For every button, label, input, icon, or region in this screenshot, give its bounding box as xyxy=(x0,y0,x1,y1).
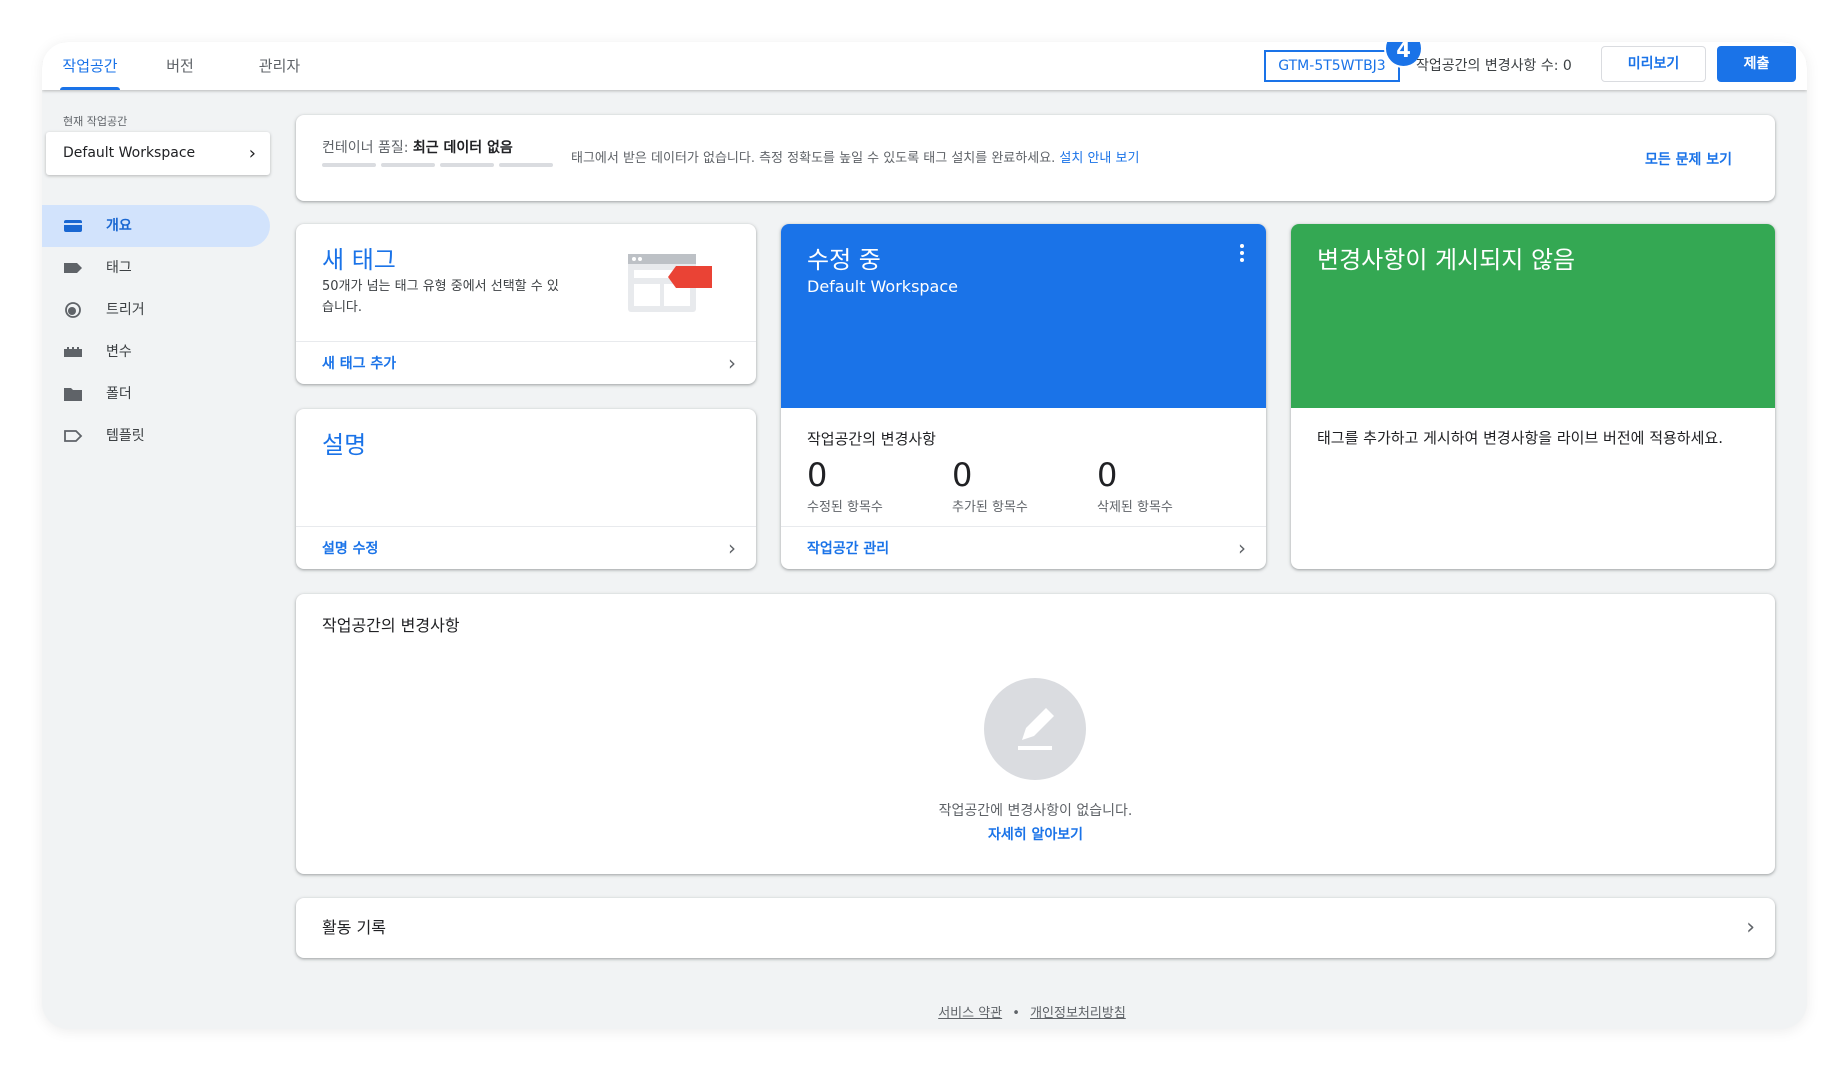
sidebar-item-label: 폴더 xyxy=(106,386,132,402)
description-card: 설명 설명 수정 › xyxy=(296,409,756,569)
tag-icon xyxy=(64,263,82,273)
footer: 서비스 약관 • 개인정보처리방침 xyxy=(42,1002,1807,1021)
variable-icon xyxy=(64,347,82,357)
workspace-selector[interactable]: Default Workspace › xyxy=(46,132,270,175)
sidebar-item-label: 개요 xyxy=(106,218,132,234)
empty-changes-text: 작업공간에 변경사항이 없습니다. xyxy=(938,803,1133,819)
editing-workspace-name: Default Workspace xyxy=(807,277,958,296)
quality-bar-segment xyxy=(322,163,376,167)
workspace-name: Default Workspace xyxy=(63,145,196,161)
workspace-changes-count: 작업공간의 변경사항 수: 0 xyxy=(1416,58,1572,74)
quality-bar-segment xyxy=(440,163,494,167)
learn-more-link[interactable]: 자세히 알아보기 xyxy=(988,827,1083,843)
preview-button[interactable]: 미리보기 xyxy=(1601,46,1706,82)
chevron-right-icon: › xyxy=(728,351,736,375)
tab-admin[interactable]: 관리자 xyxy=(252,42,307,90)
new-tag-title: 새 태그 xyxy=(322,246,396,274)
modified-stat: 0 수정된 항목수 xyxy=(807,456,883,515)
privacy-link[interactable]: 개인정보처리방침 xyxy=(1030,1006,1126,1021)
unpublished-message: 태그를 추가하고 게시하여 변경사항을 라이브 버전에 적용하세요. xyxy=(1317,429,1723,447)
all-issues-link[interactable]: 모든 문제 보기 xyxy=(1645,149,1732,169)
new-tag-description: 50개가 넘는 태그 유형 중에서 선택할 수 있습니다. xyxy=(322,279,559,315)
more-vert-icon[interactable] xyxy=(1240,244,1244,262)
unpublished-card: 변경사항이 게시되지 않음 태그를 추가하고 게시하여 변경사항을 라이브 버전… xyxy=(1291,224,1775,569)
sidebar-item-label: 변수 xyxy=(106,344,132,360)
sidebar-item-folders[interactable]: 폴더 xyxy=(42,373,270,415)
template-icon xyxy=(64,430,83,442)
sidebar-item-overview[interactable]: 개요 xyxy=(42,205,270,247)
quality-bar-segment xyxy=(499,163,553,167)
chevron-right-icon: › xyxy=(1238,536,1246,560)
sidebar-item-label: 태그 xyxy=(106,260,132,276)
terms-link[interactable]: 서비스 약관 xyxy=(938,1006,1002,1021)
sidebar-item-label: 템플릿 xyxy=(106,428,145,444)
quality-bar-segment xyxy=(381,163,435,167)
learn-more-wrap: 자세히 알아보기 xyxy=(296,824,1775,844)
workspace-changes-panel: 작업공간의 변경사항 작업공간에 변경사항이 없습니다. 자세히 알아보기 xyxy=(296,594,1775,874)
tab-workspace[interactable]: 작업공간 xyxy=(60,42,120,90)
unpublished-title: 변경사항이 게시되지 않음 xyxy=(1317,246,1576,274)
description-title: 설명 xyxy=(322,431,367,459)
activity-history[interactable]: 활동 기록 › xyxy=(296,898,1775,958)
overview-icon xyxy=(64,220,82,232)
workspace-changes-title: 작업공간의 변경사항 xyxy=(807,430,936,448)
container-quality-banner: 컨테이너 품질: 최근 데이터 없음 태그에서 받은 데이터가 없습니다. 측정… xyxy=(296,115,1775,201)
new-tag-card[interactable]: 새 태그 50개가 넘는 태그 유형 중에서 선택할 수 있습니다. 새 태그 … xyxy=(296,224,756,384)
added-stat: 0 추가된 항목수 xyxy=(952,456,1028,515)
sidebar-item-templates[interactable]: 템플릿 xyxy=(42,415,270,457)
footer-separator: • xyxy=(1012,1006,1020,1021)
install-guide-link[interactable]: 설치 안내 보기 xyxy=(1059,151,1139,166)
editing-card: 수정 중 Default Workspace 작업공간의 변경사항 0 수정된 … xyxy=(781,224,1266,569)
add-new-tag-link[interactable]: 새 태그 추가 › xyxy=(296,341,756,384)
deleted-stat: 0 삭제된 항목수 xyxy=(1097,456,1173,515)
tag-illustration-icon xyxy=(628,254,712,312)
sidebar-item-triggers[interactable]: 트리거 xyxy=(42,289,270,331)
sidebar-nav: 개요 태그 트리거 변수 폴더 템플릿 xyxy=(42,205,270,457)
top-bar: 작업공간 버전 관리자 GTM-5T5WTBJ3 4 작업공간의 변경사항 수:… xyxy=(42,42,1807,90)
chevron-right-icon: › xyxy=(1746,915,1755,940)
sidebar-item-variables[interactable]: 변수 xyxy=(42,331,270,373)
chevron-right-icon: › xyxy=(728,536,736,560)
sidebar-item-tags[interactable]: 태그 xyxy=(42,247,270,289)
changes-panel-title: 작업공간의 변경사항 xyxy=(322,616,460,635)
container-id[interactable]: GTM-5T5WTBJ3 xyxy=(1264,50,1400,82)
folder-icon xyxy=(64,388,82,401)
current-workspace-label: 현재 작업공간 xyxy=(63,115,128,128)
edit-pencil-icon xyxy=(984,678,1086,780)
quality-value: 최근 데이터 없음 xyxy=(412,140,513,156)
sidebar-item-label: 트리거 xyxy=(106,302,145,318)
activity-title: 활동 기록 xyxy=(322,918,386,937)
quality-label: 컨테이너 품질: 최근 데이터 없음 xyxy=(322,140,513,156)
quality-message: 태그에서 받은 데이터가 없습니다. 측정 정확도를 높일 수 있도록 태그 설… xyxy=(571,151,1140,166)
manage-workspace-link[interactable]: 작업공간 관리 › xyxy=(781,526,1266,569)
editing-title: 수정 중 xyxy=(807,246,881,274)
chevron-right-icon: › xyxy=(248,143,256,164)
edit-description-link[interactable]: 설명 수정 › xyxy=(296,526,756,569)
app-window: 작업공간 버전 관리자 GTM-5T5WTBJ3 4 작업공간의 변경사항 수:… xyxy=(42,42,1807,1029)
tab-versions[interactable]: 버전 xyxy=(160,42,200,90)
trigger-icon xyxy=(65,302,81,318)
submit-button[interactable]: 제출 xyxy=(1717,46,1796,82)
